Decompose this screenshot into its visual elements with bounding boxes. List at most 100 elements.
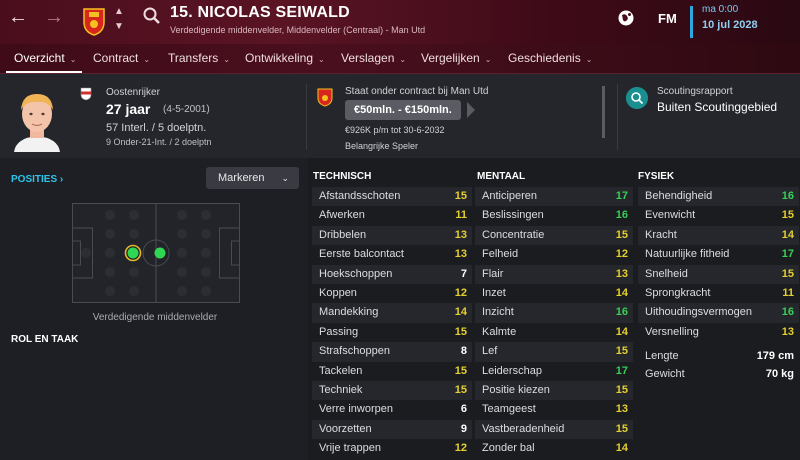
attribute-row[interactable]: Behendigheid 16 [638, 187, 799, 207]
tab-transfers[interactable]: Transfers ⌄ [160, 44, 238, 74]
attribute-row[interactable]: Sprongkracht 11 [638, 284, 799, 303]
attribute-row[interactable]: Afwerken 11 [312, 206, 472, 225]
u21-caps: 9 Onder-21-Int. / 2 doelptn [106, 137, 212, 147]
markeren-dropdown[interactable]: Markeren ⌄ [206, 167, 299, 189]
attribute-name: Mandekking [319, 306, 379, 319]
attribute-name: Passing [319, 325, 359, 338]
attribute-row[interactable]: Flair 13 [475, 264, 633, 284]
attribute-value: 14 [615, 442, 628, 455]
attribute-value: 14 [781, 228, 794, 241]
player-info-band: Oostenrijker 27 jaar (4-5-2001) 57 Inter… [0, 74, 800, 158]
attribute-row[interactable]: Lef 15 [475, 342, 633, 362]
position-pitch [72, 203, 240, 303]
header-bar: ← → ▲ ▼ 15. NICOLAS SEIWALD Verdedigende … [0, 0, 800, 44]
attribute-name: Sprongkracht [645, 287, 711, 299]
club-crest-icon[interactable] [80, 6, 108, 36]
attribute-value: 13 [454, 228, 467, 241]
attribute-row[interactable]: Dribbelen 13 [312, 225, 472, 246]
wage-info: €926K p/m tot 30-6-2032 [345, 125, 445, 135]
scout-search-icon[interactable] [626, 87, 648, 109]
attribute-row[interactable]: Positie kiezen 15 [475, 381, 633, 401]
technical-heading: TECHNISCH [313, 171, 372, 182]
attribute-row[interactable]: Koppen 12 [312, 284, 472, 303]
attribute-row[interactable]: Uithoudingsvermogen 16 [638, 303, 799, 323]
attribute-row[interactable]: Natuurlijke fitheid 17 [638, 245, 799, 264]
tab-label: Vergelijken [421, 51, 480, 65]
tab-label: Verslagen [341, 51, 395, 65]
search-icon[interactable] [142, 6, 162, 26]
tab-vergelijken[interactable]: Vergelijken ⌄ [413, 44, 499, 74]
attribute-row[interactable]: Mandekking 14 [312, 303, 472, 323]
attribute-row[interactable]: Kalmte 14 [475, 323, 633, 342]
attribute-value: 15 [454, 364, 467, 377]
attribute-value: 12 [454, 287, 467, 299]
scout-report-value[interactable]: Buiten Scoutinggebied [657, 100, 777, 114]
attribute-row[interactable]: Afstandsschoten 15 [312, 187, 472, 207]
up-down-icon[interactable]: ▲ ▼ [114, 4, 124, 34]
tab-label: Transfers [168, 51, 219, 65]
attribute-name: Zonder bal [482, 442, 535, 455]
attribute-name: Uithoudingsvermogen [645, 306, 753, 319]
attribute-row[interactable]: Evenwicht 15 [638, 206, 799, 225]
attribute-row[interactable]: Leiderschap 17 [475, 362, 633, 381]
attribute-row[interactable]: Snelheid 15 [638, 264, 799, 284]
tab-geschiedenis[interactable]: Geschiedenis ⌄ [500, 44, 600, 74]
attribute-value: 15 [615, 422, 628, 435]
attribute-row[interactable]: Passing 15 [312, 323, 472, 342]
club-crest-icon [317, 88, 333, 107]
attribute-value: 17 [615, 364, 628, 377]
chevron-right-icon: › [59, 174, 64, 185]
attribute-value: 15 [454, 384, 467, 396]
attribute-row[interactable]: Anticiperen 17 [475, 187, 633, 207]
scrollbar[interactable] [602, 86, 605, 138]
attribute-row[interactable]: Inzet 14 [475, 284, 633, 303]
positions-link[interactable]: POSITIES › [11, 174, 63, 185]
attribute-row[interactable]: Verre inworpen 6 [312, 400, 472, 419]
attribute-row[interactable]: Eerste balcontact 13 [312, 245, 472, 264]
attribute-row[interactable]: Voorzetten 9 [312, 419, 472, 440]
attribute-value: 16 [781, 190, 794, 202]
attribute-row[interactable]: Hoekschoppen 7 [312, 264, 472, 284]
forward-arrow-icon[interactable]: → [44, 6, 64, 29]
attribute-value: 16 [615, 306, 628, 319]
globe-icon[interactable] [617, 9, 635, 27]
attribute-row[interactable]: Concentratie 15 [475, 225, 633, 246]
mental-attributes: MENTAAL Anticiperen 17 Beslissingen 16 Conce… [475, 158, 635, 460]
attribute-row[interactable]: Zonder bal 14 [475, 439, 633, 458]
attribute-row[interactable]: Kracht 14 [638, 225, 799, 246]
tab-verslagen[interactable]: Verslagen ⌄ [333, 44, 414, 74]
attribute-value: 15 [615, 345, 628, 358]
tab-ontwikkeling[interactable]: Ontwikkeling ⌄ [237, 44, 333, 74]
chevron-down-icon: ⌄ [399, 55, 407, 64]
attribute-value: 15 [781, 267, 794, 280]
transfer-value-badge[interactable]: €50mln. - €150mln. [345, 100, 461, 120]
attribute-row[interactable]: Strafschoppen 8 [312, 342, 472, 362]
attribute-name: Flair [482, 267, 504, 280]
tab-contract[interactable]: Contract ⌄ [85, 44, 158, 74]
attribute-row[interactable]: Versnelling 13 [638, 323, 799, 342]
attribute-row[interactable]: Techniek 15 [312, 381, 472, 401]
chevron-down-icon: ⌄ [585, 55, 593, 64]
attribute-name: Natuurlijke fitheid [645, 248, 730, 261]
attribute-row[interactable]: Teamgeest 13 [475, 400, 633, 419]
attribute-row[interactable]: Felheid 12 [475, 245, 633, 264]
back-arrow-icon[interactable]: ← [8, 6, 28, 29]
tab-overzicht[interactable]: Overzicht ⌄ [6, 44, 84, 74]
attribute-row[interactable]: Inzicht 16 [475, 303, 633, 323]
attribute-name: Techniek [319, 384, 363, 396]
attribute-value: 7 [460, 267, 467, 280]
attribute-row[interactable]: Beslissingen 16 [475, 206, 633, 225]
fm-logo[interactable]: FM [658, 11, 677, 26]
chevron-down-icon: ⌄ [223, 55, 230, 64]
chevron-down-icon: ⌄ [318, 55, 325, 64]
attribute-row[interactable]: Tackelen 15 [312, 362, 472, 381]
attribute-value: 13 [615, 403, 628, 416]
attribute-row[interactable]: Vrije trappen 12 [312, 439, 472, 458]
physical-attributes: FYSIEK Behendigheid 16 Evenwicht 15 Kracht 14… [638, 158, 800, 460]
attribute-name: Strafschoppen [319, 345, 390, 358]
body-stat-name: Lengte [645, 350, 679, 363]
divider [617, 84, 618, 150]
active-tab-underline [6, 71, 82, 73]
date-accent-bar [690, 6, 693, 38]
attribute-row[interactable]: Vastberadenheid 15 [475, 419, 633, 440]
